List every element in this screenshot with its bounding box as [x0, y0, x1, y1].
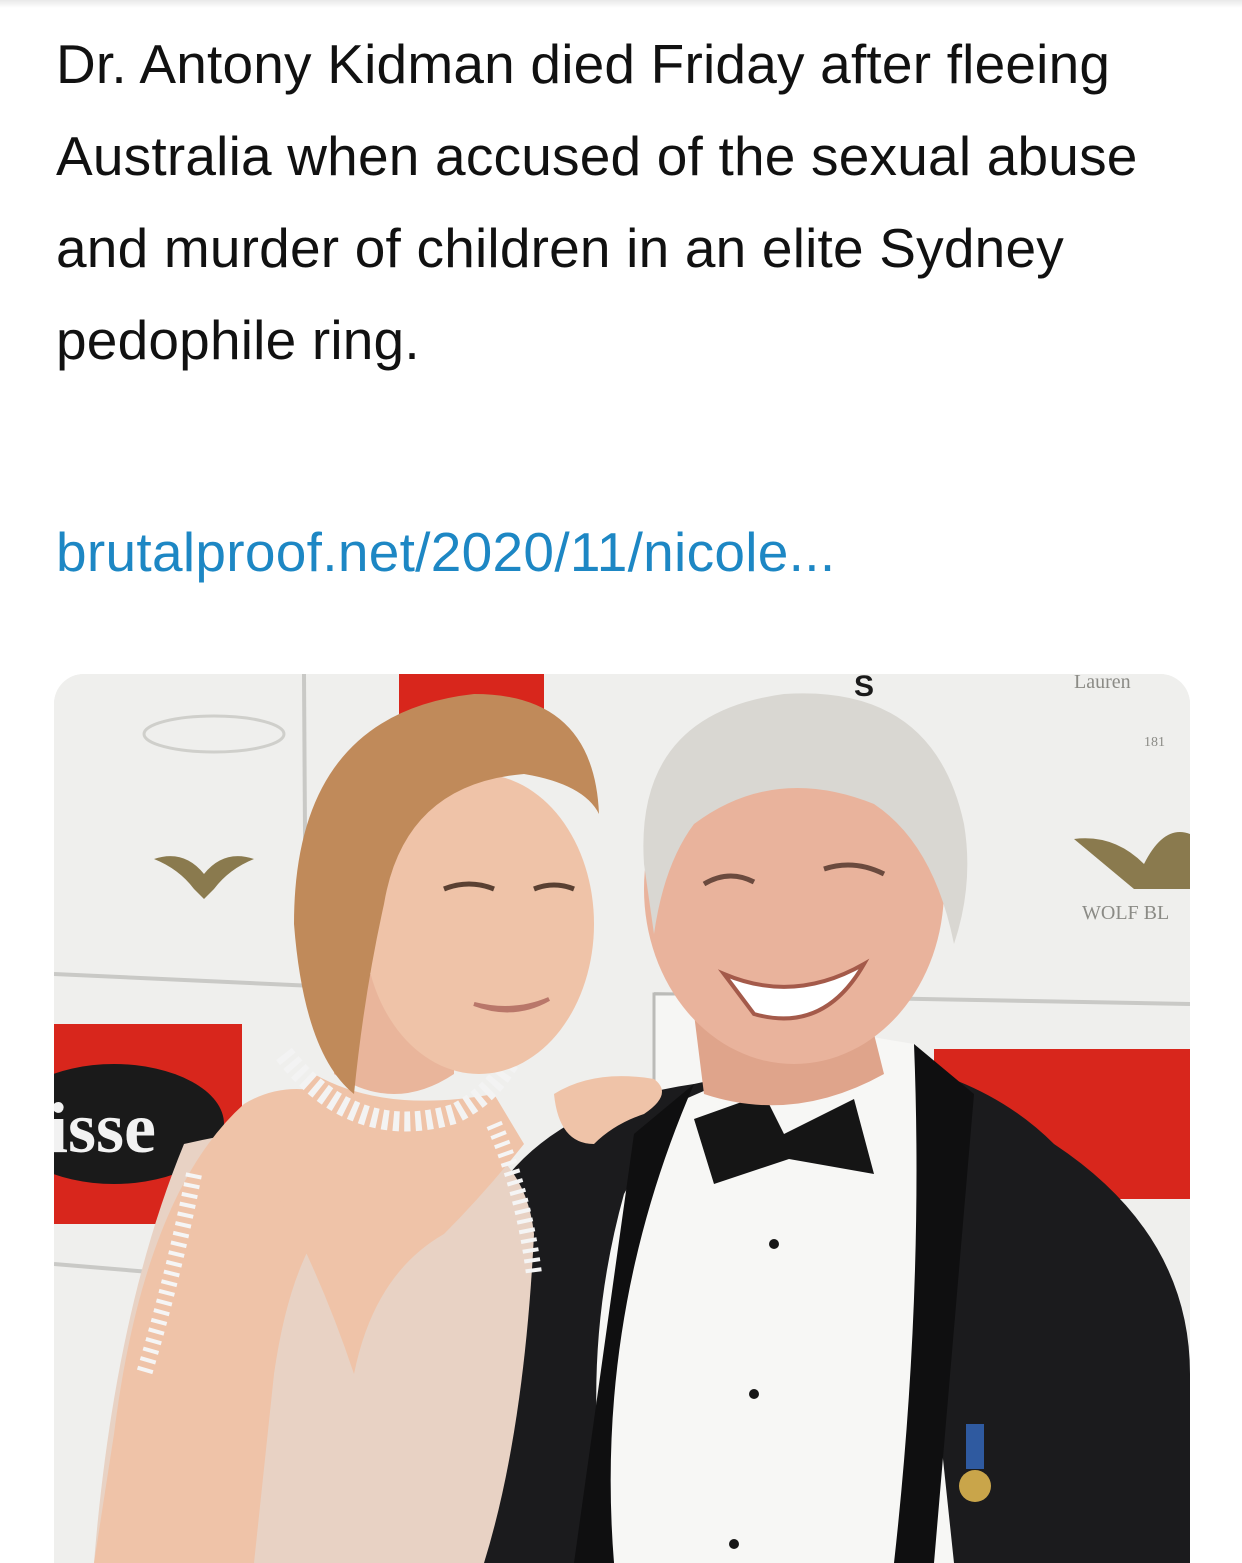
- tweet-link[interactable]: brutalproof.net/2020/11/nicole...: [56, 517, 835, 587]
- sponsor-text-right: WOLF BL: [1082, 902, 1169, 924]
- sponsor-text-left: isse: [54, 1088, 156, 1168]
- tweet-photo[interactable]: isse WOLF BL Lauren 181 S: [54, 674, 1190, 1563]
- top-divider: [0, 0, 1242, 8]
- tweet-text: Dr. Antony Kidman died Friday after flee…: [56, 33, 1138, 371]
- medal-ribbon: [966, 1424, 984, 1469]
- sponsor-text-top: S: [854, 674, 874, 703]
- photo-illustration: isse WOLF BL Lauren 181 S: [54, 674, 1190, 1563]
- medal: [959, 1470, 991, 1502]
- sponsor-text-top-right: Lauren: [1074, 674, 1131, 693]
- sponsor-text-year: 181: [1144, 735, 1165, 750]
